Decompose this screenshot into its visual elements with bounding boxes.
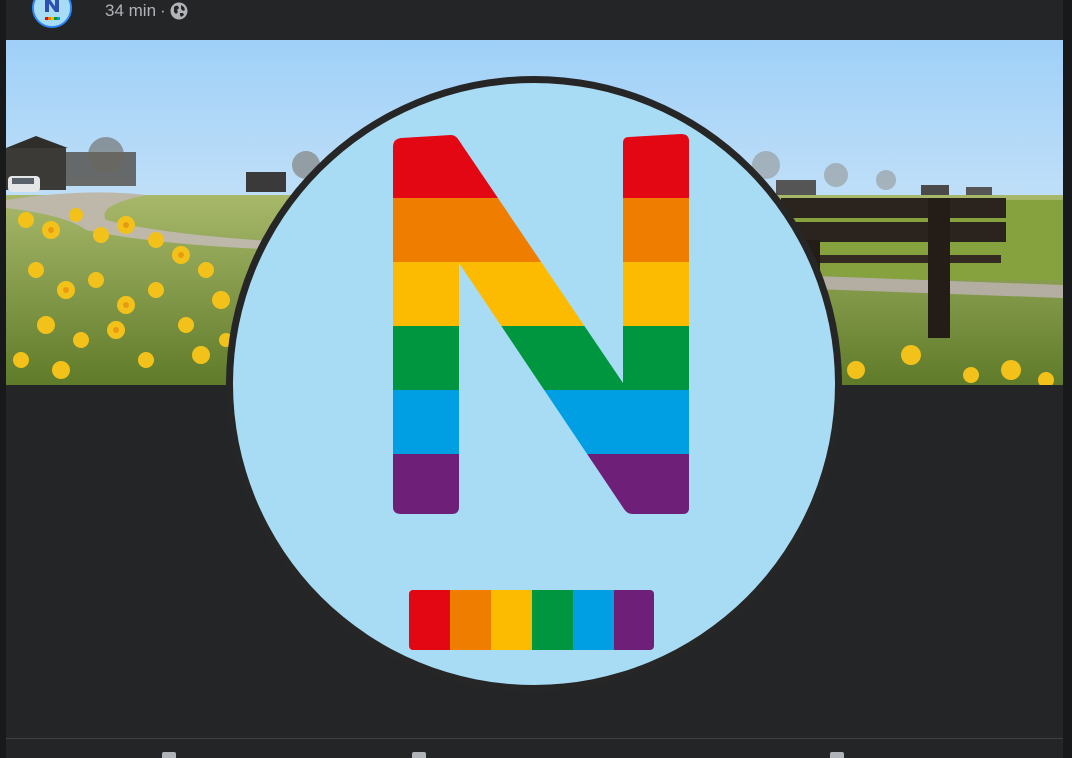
like-icon[interactable] (162, 752, 176, 758)
globe-icon[interactable] (170, 2, 188, 20)
page-avatar[interactable] (32, 0, 72, 28)
post-meta: 34 min · (105, 1, 188, 21)
post-timestamp[interactable]: 34 min (105, 1, 156, 21)
actions-divider (6, 738, 1063, 739)
post-header: 34 min · (6, 0, 1063, 40)
profile-logo (233, 83, 835, 685)
post-view: 34 min · (0, 0, 1072, 758)
comment-icon[interactable] (412, 752, 426, 758)
share-icon[interactable] (830, 752, 844, 758)
rainbow-n-logo-icon (393, 134, 689, 650)
meta-separator: · (160, 1, 166, 20)
rainbow-n-logo-icon (34, 0, 70, 26)
page-profile-picture[interactable] (226, 76, 842, 692)
